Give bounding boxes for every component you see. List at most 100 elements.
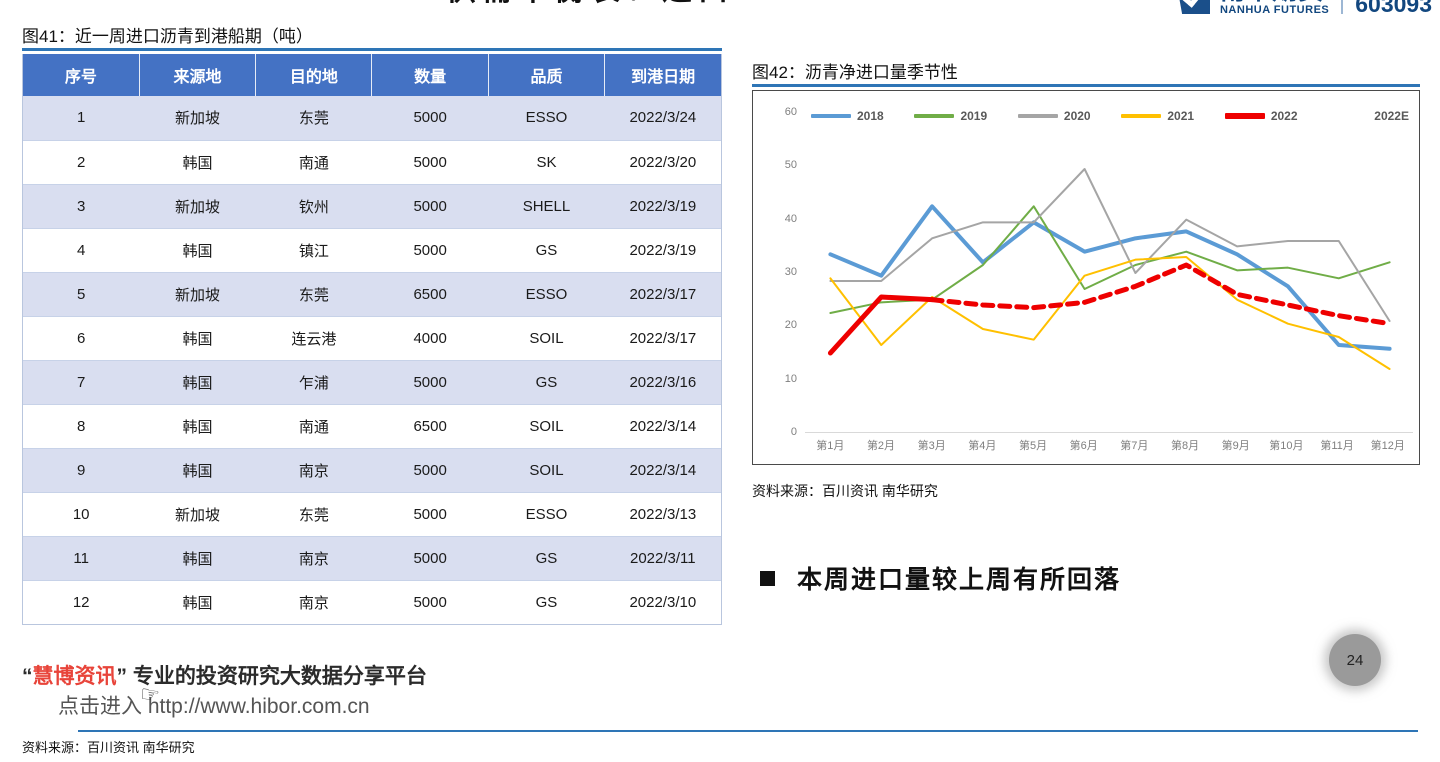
shipment-table-body: 1 新加坡 东莞 5000 ESSO 2022/3/24 2 韩国 南通 5000 SK 2022/3… [23, 96, 721, 624]
table-row: 2 韩国 南通 5000 SK 2022/3/20 [23, 140, 721, 185]
y-tick-label: 30 [784, 266, 797, 278]
table-header-row: 序号 来源地 目的地 数量 品质 到港日期 [23, 54, 721, 96]
cell-quality: ESSO [488, 272, 605, 317]
cell-origin: 新加坡 [139, 272, 256, 317]
cell-quality: SOIL [488, 316, 605, 361]
x-tick-label: 第2月 [866, 440, 896, 452]
summary-bullet-text: 本周进口量较上周有所回落 [797, 567, 1122, 594]
y-tick-label: 50 [784, 159, 797, 172]
cell-arrival: 2022/3/16 [604, 360, 721, 405]
cell-index: 1 [23, 96, 140, 141]
cell-index: 5 [23, 272, 140, 317]
cell-index: 6 [23, 316, 140, 361]
cursor-hand-icon: ☞ [138, 680, 162, 709]
cell-quantity: 6500 [371, 272, 489, 317]
col-header-quantity: 数量 [371, 54, 489, 96]
x-tick-label: 第7月 [1120, 440, 1149, 452]
table-row: 9 韩国 南京 5000 SOIL 2022/3/14 [23, 448, 721, 493]
table-row: 8 韩国 南通 6500 SOIL 2022/3/14 [23, 404, 721, 449]
cell-quantity: 6500 [371, 404, 489, 449]
cell-destination: 南京 [255, 448, 372, 493]
cell-origin: 韩国 [139, 404, 256, 449]
cell-origin: 韩国 [139, 580, 256, 624]
cell-quality: SOIL [488, 448, 605, 493]
y-tick-label: 60 [784, 106, 797, 118]
x-tick-label: 第6月 [1069, 440, 1098, 452]
watermark-quote-open: “ [22, 665, 33, 688]
cell-origin: 韩国 [139, 536, 256, 581]
cell-quality: SHELL [488, 184, 605, 229]
cell-destination: 东莞 [255, 272, 372, 317]
chart-plot-area [827, 168, 1393, 370]
table-row: 1 新加坡 东莞 5000 ESSO 2022/3/24 [23, 96, 721, 141]
cell-quantity: 5000 [371, 536, 489, 581]
cell-arrival: 2022/3/10 [604, 580, 721, 624]
page-number-badge: 24 [1329, 634, 1381, 686]
x-tick-label: 第11月 [1320, 440, 1354, 452]
col-header-destination: 目的地 [255, 54, 373, 96]
cell-arrival: 2022/3/13 [604, 492, 721, 537]
x-tick-label: 第4月 [968, 440, 997, 452]
cell-destination: 南京 [255, 536, 372, 581]
x-tick-label: 第10月 [1269, 440, 1304, 452]
cell-destination: 东莞 [255, 492, 372, 537]
table-row: 5 新加坡 东莞 6500 ESSO 2022/3/17 [23, 272, 721, 317]
cell-quantity: 5000 [371, 140, 489, 185]
cell-quantity: 5000 [371, 580, 489, 624]
right-source-note: 资料来源：百川资讯 南华研究 [752, 483, 938, 499]
figure42-title: 图42：沥青净进口量季节性 [752, 63, 958, 82]
y-tick-label: 0 [790, 426, 797, 438]
watermark-quote-close: ” [116, 665, 128, 688]
cell-destination: 乍浦 [255, 360, 372, 405]
cell-arrival: 2022/3/14 [604, 404, 721, 449]
cell-quality: GS [488, 580, 605, 624]
cell-quality: SOIL [488, 404, 605, 449]
x-tick-label: 第12月 [1370, 440, 1405, 452]
series-line-2021 [829, 256, 1391, 370]
cell-quantity: 5000 [371, 228, 489, 273]
x-tick-label: 第5月 [1018, 440, 1048, 452]
x-tick-label: 第9月 [1221, 440, 1250, 452]
figure41-title: 图41：近一周进口沥青到港船期（吨） [22, 27, 313, 46]
checkmark-logo-icon [1175, 0, 1210, 14]
table-row: 6 韩国 连云港 4000 SOIL 2022/3/17 [23, 316, 721, 361]
cell-destination: 钦州 [255, 184, 372, 229]
left-source-note: 资料来源：百川资讯 南华研究 [22, 740, 195, 755]
cell-quantity: 5000 [371, 492, 489, 537]
y-tick-label: 20 [784, 319, 797, 332]
cell-index: 4 [23, 228, 140, 273]
bullet-square-icon [760, 570, 775, 586]
cell-index: 11 [23, 536, 140, 581]
cell-destination: 东莞 [255, 96, 372, 141]
cell-origin: 韩国 [139, 316, 256, 361]
cell-arrival: 2022/3/11 [604, 536, 721, 581]
x-tick-label: 第3月 [917, 440, 946, 452]
cell-quantity: 5000 [371, 448, 489, 493]
y-tick-label: 40 [784, 212, 797, 225]
cell-index: 3 [23, 184, 140, 229]
logo-divider [1341, 0, 1344, 14]
cell-quantity: 4000 [371, 316, 489, 361]
cell-arrival: 2022/3/17 [604, 316, 721, 361]
cell-origin: 韩国 [139, 140, 256, 185]
watermark-brand: 慧博资讯 [32, 665, 117, 688]
table-row: 3 新加坡 钦州 5000 SHELL 2022/3/19 [23, 184, 721, 229]
x-tick-label: 第1月 [816, 440, 845, 452]
cell-destination: 南通 [255, 404, 372, 449]
summary-bullet: 本周进口量较上周有所回落 [760, 560, 1121, 596]
col-header-origin: 来源地 [139, 54, 257, 96]
cell-index: 10 [23, 492, 140, 537]
shipment-table: 序号 来源地 目的地 数量 品质 到港日期 1 新加坡 东莞 5000 ESSO 2022… [23, 54, 721, 624]
cell-index: 9 [23, 448, 140, 493]
table-row: 10 新加坡 东莞 5000 ESSO 2022/3/13 [23, 492, 721, 537]
cell-destination: 镇江 [255, 228, 372, 273]
col-header-index: 序号 [23, 54, 140, 96]
cell-origin: 韩国 [139, 360, 256, 405]
figure41-rule [22, 48, 722, 51]
chart-x-axis: 第1月 第2月 第3月 第4月 第5月 第6月 第7月 第8月 第9月 第10月 第11月 第12月 [805, 437, 1413, 453]
cell-quality: GS [488, 228, 605, 273]
cell-quality: GS [488, 360, 605, 405]
cell-destination: 连云港 [255, 316, 372, 361]
cell-arrival: 2022/3/19 [604, 184, 721, 229]
figure42-rule [752, 84, 1420, 87]
